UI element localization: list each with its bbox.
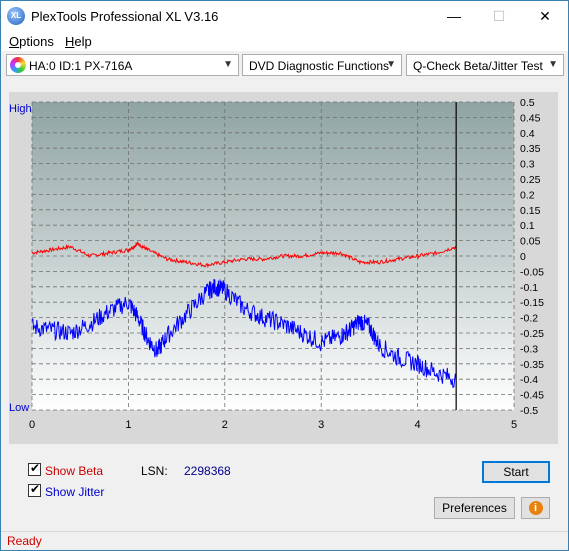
menu-help[interactable]: Help [65, 34, 92, 49]
y-tick-label: -0.4 [520, 374, 538, 386]
status-text: Ready [7, 534, 42, 548]
show-beta-checkbox[interactable]: ✔ [28, 461, 41, 476]
x-tick-label: 4 [415, 419, 421, 431]
minimize-button[interactable]: — [431, 1, 477, 31]
test-select[interactable]: Q-Check Beta/Jitter Test ▼ [406, 54, 564, 76]
maximize-button[interactable]: ☐ [476, 1, 522, 31]
x-tick-label: 3 [318, 419, 324, 431]
y-tick-label: -0.15 [520, 297, 544, 309]
menu-options-mnemonic: O [9, 34, 20, 49]
y-tick-label: -0.45 [520, 390, 544, 402]
y-tick-label: -0.3 [520, 343, 538, 355]
x-tick-label: 1 [125, 419, 131, 431]
checkmark-icon: ✔ [30, 461, 41, 475]
x-tick-label: 0 [29, 419, 35, 431]
show-jitter-label: Show Jitter [45, 485, 105, 499]
y-tick-label: -0.1 [520, 282, 538, 294]
y-tick-label: -0.05 [520, 266, 544, 278]
y-tick-label: 0.3 [520, 159, 535, 171]
beta-jitter-chart: 0.5 0.45 0.4 0.35 0.3 0.25 0.2 0.15 0.1 0.05 0 -0.0… [9, 97, 544, 431]
y-tick-label: 0.45 [520, 112, 541, 124]
title-bar[interactable]: XL PlexTools Professional XL V3.16 — ☐ ✕ [1, 1, 568, 31]
controls-panel: ✔ Show Beta ✔ Show Jitter LSN: 2298368 S… [1, 451, 568, 531]
y-tick-label: -0.35 [520, 359, 544, 371]
y-tick-label: 0.25 [520, 174, 541, 186]
y-tick-label: 0.15 [520, 205, 541, 217]
menu-bar: Options Help [1, 31, 568, 51]
drive-select-value: HA:0 ID:1 PX-716A [29, 59, 133, 73]
app-logo-icon: XL [7, 7, 25, 25]
status-bar: Ready [1, 531, 568, 550]
x-tick-label: 5 [511, 419, 517, 431]
lsn-value: 2298368 [184, 464, 231, 478]
show-beta-label: Show Beta [45, 464, 104, 478]
menu-help-rest: elp [74, 34, 92, 49]
y-tick-label: 0.1 [520, 220, 535, 232]
start-button[interactable]: Start [482, 461, 550, 483]
y-tick-label: 0.4 [520, 128, 535, 140]
show-jitter-checkbox[interactable]: ✔ [28, 482, 41, 497]
test-select-value: Q-Check Beta/Jitter Test [413, 59, 543, 73]
function-select[interactable]: DVD Diagnostic Functions ▼ [242, 54, 402, 76]
y-tick-label: 0.5 [520, 97, 535, 109]
y-tick-label: -0.5 [520, 405, 538, 417]
chevron-down-icon: ▼ [223, 59, 233, 70]
app-window: XL PlexTools Professional XL V3.16 — ☐ ✕… [0, 0, 569, 551]
window-title: PlexTools Professional XL V3.16 [31, 9, 219, 24]
y-tick-label: -0.25 [520, 328, 544, 340]
info-icon: i [528, 501, 543, 515]
y-tick-label: 0 [520, 251, 526, 263]
menu-help-mnemonic: H [65, 34, 75, 49]
low-label: Low [9, 402, 29, 414]
toolbar: HA:0 ID:1 PX-716A ▼ DVD Diagnostic Funct… [1, 51, 568, 81]
high-label: High [9, 103, 32, 115]
drive-select[interactable]: HA:0 ID:1 PX-716A ▼ [6, 54, 239, 76]
close-button[interactable]: ✕ [522, 1, 568, 31]
chart-panel: 0.5 0.45 0.4 0.35 0.3 0.25 0.2 0.15 0.1 0.05 0 -0.0… [9, 92, 558, 444]
disc-drive-icon [10, 57, 26, 73]
y-tick-label: 0.2 [520, 189, 535, 201]
y-tick-label: 0.05 [520, 236, 541, 248]
info-button[interactable]: i [521, 497, 550, 519]
function-select-value: DVD Diagnostic Functions [249, 59, 390, 73]
checkmark-icon: ✔ [30, 482, 41, 496]
lsn-label: LSN: [141, 464, 168, 478]
chevron-down-icon: ▼ [386, 59, 396, 70]
preferences-button[interactable]: Preferences [434, 497, 515, 519]
menu-options-rest: ptions [19, 34, 54, 49]
y-tick-label: 0.35 [520, 143, 541, 155]
y-tick-label: -0.2 [520, 313, 538, 325]
chevron-down-icon: ▼ [548, 59, 558, 70]
menu-options[interactable]: Options [9, 34, 54, 49]
x-tick-label: 2 [222, 419, 228, 431]
